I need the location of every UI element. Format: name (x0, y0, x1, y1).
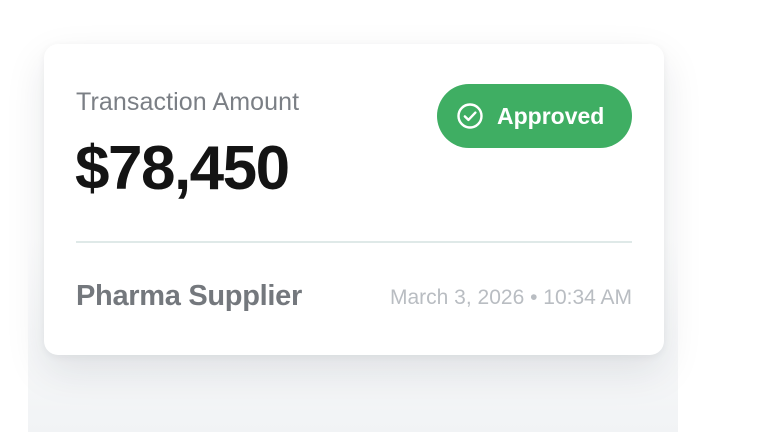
transaction-timestamp: March 3, 2026 • 10:34 AM (390, 286, 632, 309)
transaction-card: Transaction Amount $78,450 Approved Phar… (44, 44, 664, 355)
status-label: Approved (497, 102, 605, 129)
status-badge: Approved (437, 84, 632, 148)
divider (76, 241, 632, 243)
merchant-name: Pharma Supplier (76, 280, 302, 312)
screen: Transaction Amount $78,450 Approved Phar… (0, 0, 783, 432)
check-circle-icon (455, 101, 485, 131)
transaction-amount-label: Transaction Amount (76, 88, 300, 116)
transaction-amount: $78,450 (75, 134, 290, 203)
